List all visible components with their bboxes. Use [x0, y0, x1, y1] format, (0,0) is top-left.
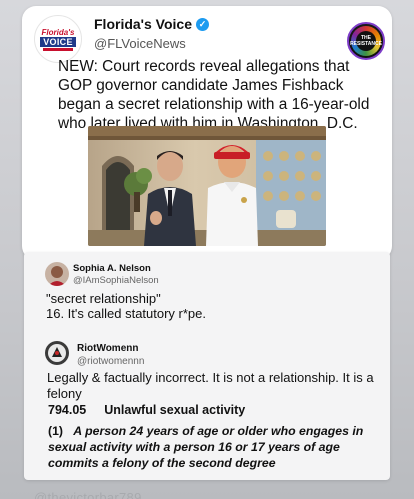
post-headline: NEW: Court records reveal allegations th… [58, 58, 370, 132]
watermark: @thevictorbar789 [34, 490, 142, 499]
reply-1-line-2: 16. It's called statutory r*pe. [46, 306, 207, 321]
reply-1-author[interactable]: Sophia A. Nelson [73, 263, 151, 274]
clause-text: A person 24 years of age or older who en… [48, 424, 364, 470]
logo-stripe [43, 47, 73, 51]
resistance-logo: THE RESISTANCE [347, 22, 385, 60]
statute-title: Unlawful sexual activity [104, 403, 246, 417]
reply-2-handle[interactable]: @riotwomennn [77, 356, 144, 367]
post-author-name[interactable]: Florida's Voice [94, 16, 192, 32]
clause-number: (1) [48, 424, 64, 438]
statute-clause: (1) A person 24 years of age or older wh… [48, 423, 378, 471]
statute-heading: 794.05 Unlawful sexual activity [48, 403, 245, 417]
florida-voice-logo[interactable]: Florida's VOICE [34, 15, 82, 63]
photo-illustration [88, 126, 326, 246]
avatar-riotwomenn[interactable] [45, 341, 69, 365]
statute-number: 794.05 [48, 403, 87, 417]
post-author-row[interactable]: Florida's Voice ✓ [94, 16, 209, 32]
resistance-logo-text: THE RESISTANCE [350, 35, 382, 47]
reply-2-author[interactable]: RiotWomenn [77, 343, 138, 354]
post-author-handle[interactable]: @FLVoiceNews [94, 36, 186, 51]
reply-1-handle[interactable]: @IAmSophiaNelson [73, 275, 159, 286]
verified-badge-icon: ✓ [196, 17, 209, 31]
reply-1-line-1: "secret relationship" [46, 291, 161, 306]
post-photo[interactable] [88, 126, 326, 246]
avatar-sophia[interactable] [45, 262, 69, 286]
reply-2-text: Legally & factually incorrect. It is not… [47, 370, 374, 401]
